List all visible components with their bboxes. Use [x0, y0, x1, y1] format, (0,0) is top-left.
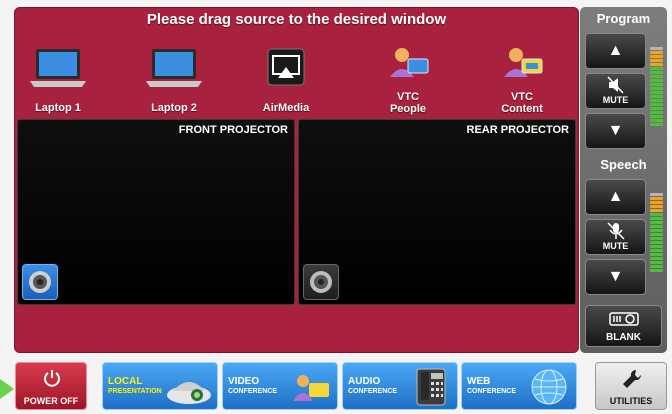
power-off-button[interactable]: POWER OFF	[15, 362, 87, 410]
app-root: Please drag source to the desired window…	[0, 0, 672, 414]
video-line1: VIDEO	[228, 376, 260, 387]
speech-level-meter	[650, 193, 663, 273]
program-level-meter	[650, 47, 663, 127]
window-title: FRONT PROJECTOR	[178, 124, 288, 136]
microphone-muted-icon	[607, 222, 625, 240]
program-title: Program	[596, 11, 651, 26]
speech-mute-button[interactable]: MUTE	[585, 219, 646, 255]
phone-icon	[416, 368, 446, 406]
speech-volume-down-button[interactable]: ▼	[585, 259, 646, 295]
source-vtc-people[interactable]: VTC People	[366, 47, 450, 119]
source-label-line2: Content	[501, 103, 543, 115]
local-presentation-button[interactable]: LOCAL PRESENTATION	[102, 362, 218, 410]
selection-arrow-indicator	[0, 379, 14, 399]
rear-speaker-button[interactable]	[303, 264, 339, 300]
web-line1: WEB	[467, 376, 491, 387]
source-label: Laptop 1	[35, 102, 81, 114]
main-panel: Please drag source to the desired window…	[14, 7, 579, 353]
speaker-icon	[310, 271, 332, 293]
laptop-icon	[30, 49, 86, 87]
power-icon	[44, 370, 60, 387]
page-title: Please drag source to the desired window	[146, 11, 447, 28]
mute-label: MUTE	[602, 241, 629, 251]
source-vtc-content[interactable]: VTC Content	[480, 47, 564, 119]
program-mute-button[interactable]: MUTE	[585, 73, 646, 109]
speaker-muted-icon	[607, 76, 624, 94]
window-title: REAR PROJECTOR	[466, 124, 569, 136]
front-projector-window[interactable]: FRONT PROJECTOR	[17, 119, 295, 305]
vtc-content-icon	[504, 48, 543, 77]
vtc-people-icon	[293, 375, 329, 401]
laptop-icon	[146, 49, 202, 87]
arrow-down-icon: ▼	[607, 122, 624, 139]
rear-projector-window[interactable]: REAR PROJECTOR	[298, 119, 576, 305]
speech-volume-up-button[interactable]: ▲	[585, 179, 646, 215]
source-label-line1: VTC	[511, 91, 533, 103]
arrow-up-icon: ▲	[607, 188, 624, 205]
source-laptop-2[interactable]: Laptop 2	[132, 47, 216, 119]
audio-line2: CONFERENCE	[348, 388, 398, 395]
front-speaker-button[interactable]	[22, 264, 58, 300]
airmedia-icon	[267, 48, 305, 86]
local-line2: PRESENTATION	[108, 388, 162, 395]
blank-label: BLANK	[606, 332, 641, 343]
utilities-button[interactable]: UTILITIES	[595, 362, 667, 410]
program-volume-up-button[interactable]: ▲	[585, 33, 646, 69]
vtc-people-icon	[390, 48, 429, 77]
source-laptop-1[interactable]: Laptop 1	[16, 47, 100, 119]
source-label-line1: VTC	[397, 91, 419, 103]
program-volume-down-button[interactable]: ▼	[585, 113, 646, 149]
video-line2: CONFERENCE	[228, 388, 278, 395]
speaker-icon	[29, 271, 51, 293]
audio-conference-button[interactable]: AUDIO CONFERENCE	[342, 362, 458, 410]
source-label: Laptop 2	[151, 102, 197, 114]
local-line1: LOCAL	[108, 376, 143, 387]
web-line2: CONFERENCE	[467, 388, 517, 395]
projector-icon	[167, 382, 211, 404]
arrow-up-icon: ▲	[607, 42, 624, 59]
source-airmedia[interactable]: AirMedia	[244, 47, 328, 119]
source-label-line2: People	[389, 103, 427, 115]
globe-icon	[531, 369, 567, 405]
web-conference-button[interactable]: WEB CONFERENCE	[461, 362, 577, 410]
arrow-down-icon: ▼	[607, 268, 624, 285]
utilities-label: UTILITIES	[609, 396, 653, 406]
audio-line1: AUDIO	[348, 376, 381, 387]
source-label: AirMedia	[262, 102, 310, 114]
audio-control-column: Program ▲ MUTE ▼ Speech ▲ MUTE ▼ BLANK	[580, 7, 667, 353]
power-off-label: POWER OFF	[23, 396, 79, 406]
mute-label: MUTE	[602, 95, 629, 105]
speech-title: Speech	[600, 157, 647, 172]
video-conference-button[interactable]: VIDEO CONFERENCE	[222, 362, 338, 410]
projector-blank-icon	[609, 312, 639, 326]
wrench-icon	[623, 369, 642, 388]
blank-button[interactable]: BLANK	[585, 305, 662, 347]
